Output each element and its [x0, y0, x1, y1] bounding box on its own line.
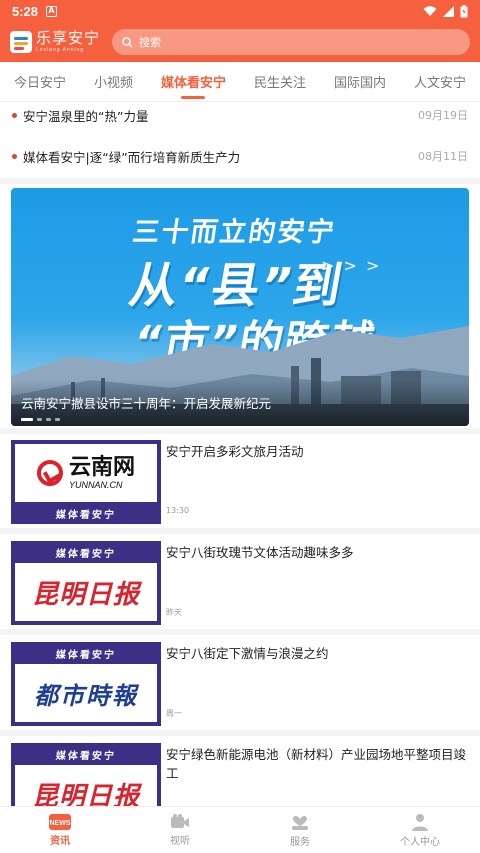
article-time: 13:30	[166, 506, 190, 515]
bottom-navigation: NEWS 资讯 视听 服务 个人中心	[0, 806, 480, 853]
nav-label: 资讯	[50, 835, 70, 847]
app-logo-icon	[10, 31, 32, 53]
status-time: 5:28	[12, 3, 39, 19]
thumbnail-strip-label: 媒体看安宁	[55, 649, 117, 661]
pagination-dot[interactable]	[21, 418, 33, 421]
news-date: 09月19日	[418, 109, 468, 122]
article-card[interactable]: 媒体看安宁 都市時報 安宁八街定下激情与浪漫之约 周一	[0, 634, 480, 730]
article-title: 安宁绿色新能源电池（新材料）产业园场地平整项目竣工	[166, 747, 467, 781]
notification-a-icon: A	[46, 5, 58, 17]
person-icon	[412, 813, 428, 831]
article-thumbnail: 云南网 YUNNAN.CN 媒体看安宁	[11, 440, 161, 524]
article-time: 昨天	[166, 608, 182, 617]
article-time: 周一	[166, 709, 182, 718]
bullet-dot-icon	[12, 112, 17, 118]
thumbnail-strip-label: 媒体看安宁	[55, 750, 117, 762]
metropolis-times-logo: 都市時報	[34, 680, 138, 710]
news-icon: NEWS	[49, 813, 71, 830]
kunming-daily-logo: 昆明日报	[31, 579, 140, 610]
thumbnail-strip-label: 媒体看安宁	[55, 509, 117, 521]
app-logo-subtitle: Lexiang Anning	[36, 47, 85, 53]
article-title: 安宁八街定下激情与浪漫之约	[166, 646, 329, 661]
divider	[0, 178, 480, 184]
banner-arrows: > > >	[321, 256, 382, 275]
search-icon	[122, 36, 133, 47]
news-title: 媒体看安宁|逐“绿”而行培育新质生产力	[23, 149, 241, 165]
news-badge-text: NEWS	[50, 820, 71, 827]
news-title: 安宁温泉里的“热”力量	[23, 108, 149, 124]
app-header: 乐享安宁 Lexiang Anning 搜索	[0, 22, 480, 62]
article-thumbnail: 媒体看安宁 昆明日报	[11, 541, 161, 625]
pagination-dot[interactable]	[55, 418, 60, 421]
article-title: 安宁八街玫瑰节文体活动趣味多多	[166, 545, 354, 560]
bullet-dot-icon	[12, 153, 17, 159]
nav-service[interactable]: 服务	[240, 807, 360, 853]
banner-headline-1: 三十而立的安宁	[130, 217, 338, 248]
battery-icon	[460, 4, 468, 17]
nav-label: 视听	[170, 835, 190, 847]
video-icon	[171, 813, 189, 828]
news-date: 08月11日	[418, 150, 468, 163]
nav-label: 服务	[290, 836, 310, 848]
article-card[interactable]: 云南网 YUNNAN.CN 媒体看安宁 安宁开启多彩文旅月活动 13:30	[0, 432, 480, 528]
app-logo-title: 乐享安宁	[36, 29, 101, 47]
wifi-icon	[423, 5, 437, 16]
status-bar: 5:28 A	[0, 0, 480, 22]
featured-banner[interactable]: 三十而立的安宁 从“县”到 > > > “市”的跨越 云南安宁撤县设市三十周年：…	[11, 188, 469, 426]
nav-profile[interactable]: 个人中心	[360, 807, 480, 853]
search-input[interactable]: 搜索	[112, 29, 470, 55]
yunnan-net-logo: 云南网 YUNNAN.CN	[36, 456, 135, 490]
nav-label: 个人中心	[400, 836, 440, 848]
thumbnail-strip-label: 媒体看安宁	[55, 548, 117, 560]
banner-caption: 云南安宁撤县设市三十周年：开启发展新纪元	[21, 396, 272, 411]
app-logo: 乐享安宁 Lexiang Anning	[10, 31, 100, 53]
nav-news[interactable]: NEWS 资讯	[0, 807, 120, 853]
list-item[interactable]: 安宁温泉里的“热”力量 09月19日	[0, 94, 480, 136]
pagination-dot[interactable]	[37, 418, 42, 421]
banner-pagination[interactable]	[21, 418, 60, 421]
article-thumbnail: 媒体看安宁 都市時報	[11, 642, 161, 726]
list-item[interactable]: 媒体看安宁|逐“绿”而行培育新质生产力 08月11日	[0, 135, 480, 177]
service-icon	[292, 815, 308, 830]
article-title: 安宁开启多彩文旅月活动	[166, 444, 304, 459]
pagination-dot[interactable]	[46, 418, 51, 421]
search-placeholder: 搜索	[139, 36, 162, 49]
article-card[interactable]: 媒体看安宁 昆明日报 安宁八街玫瑰节文体活动趣味多多 昨天	[0, 533, 480, 629]
nav-media[interactable]: 视听	[120, 807, 240, 853]
signal-icon	[443, 5, 454, 17]
